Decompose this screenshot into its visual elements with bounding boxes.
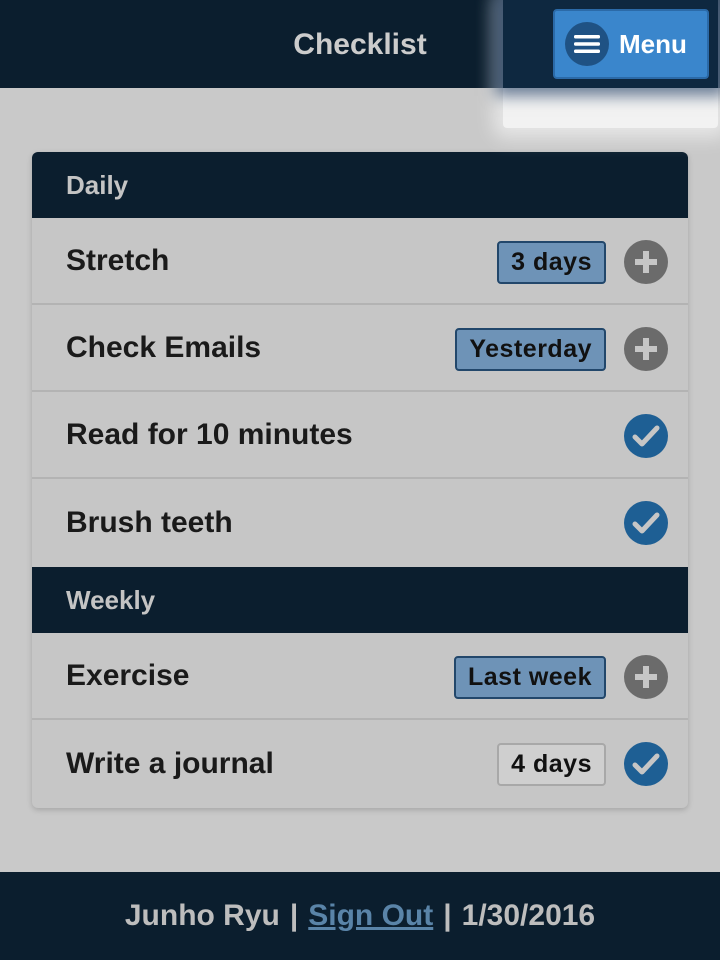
- checklist-item-read[interactable]: Read for 10 minutes: [32, 392, 688, 479]
- last-done-badge: Yesterday: [455, 328, 606, 371]
- menu-button[interactable]: Menu: [553, 9, 709, 79]
- checklist-item-exercise[interactable]: Exercise Last week: [32, 633, 688, 720]
- main-content: Daily Stretch 3 days Check Emails Yester…: [0, 88, 720, 872]
- checklist-item-check-emails[interactable]: Check Emails Yesterday: [32, 305, 688, 392]
- check-icon[interactable]: [624, 742, 668, 786]
- checklist-item-journal[interactable]: Write a journal 4 days: [32, 720, 688, 808]
- section-header-daily: Daily: [32, 152, 688, 218]
- item-title: Brush teeth: [66, 506, 233, 539]
- plus-icon[interactable]: [624, 327, 668, 371]
- footer-separator: |: [443, 899, 452, 932]
- last-done-badge: Last week: [453, 656, 606, 699]
- section-header-weekly: Weekly: [32, 567, 688, 633]
- last-done-badge: 4 days: [497, 743, 606, 786]
- checklist-card: Daily Stretch 3 days Check Emails Yester…: [32, 152, 688, 808]
- menu-label: Menu: [619, 28, 687, 59]
- sign-out-link[interactable]: Sign Out: [308, 899, 433, 933]
- footer-separator: |: [289, 899, 299, 932]
- checklist-item-brush-teeth[interactable]: Brush teeth: [32, 479, 688, 567]
- hamburger-icon: [565, 22, 609, 66]
- item-title: Read for 10 minutes: [66, 417, 353, 451]
- app-footer: Junho Ryu | Sign Out | 1/30/2016: [0, 872, 720, 960]
- check-icon[interactable]: [624, 501, 668, 545]
- check-icon[interactable]: [624, 414, 668, 458]
- checklist-item-stretch[interactable]: Stretch 3 days: [32, 218, 688, 305]
- last-done-badge: 3 days: [497, 241, 606, 284]
- plus-icon[interactable]: [624, 655, 668, 699]
- plus-icon[interactable]: [624, 240, 668, 284]
- page-title: Checklist: [293, 28, 427, 61]
- user-name: Junho Ryu: [124, 899, 280, 932]
- current-date: 1/30/2016: [461, 899, 596, 932]
